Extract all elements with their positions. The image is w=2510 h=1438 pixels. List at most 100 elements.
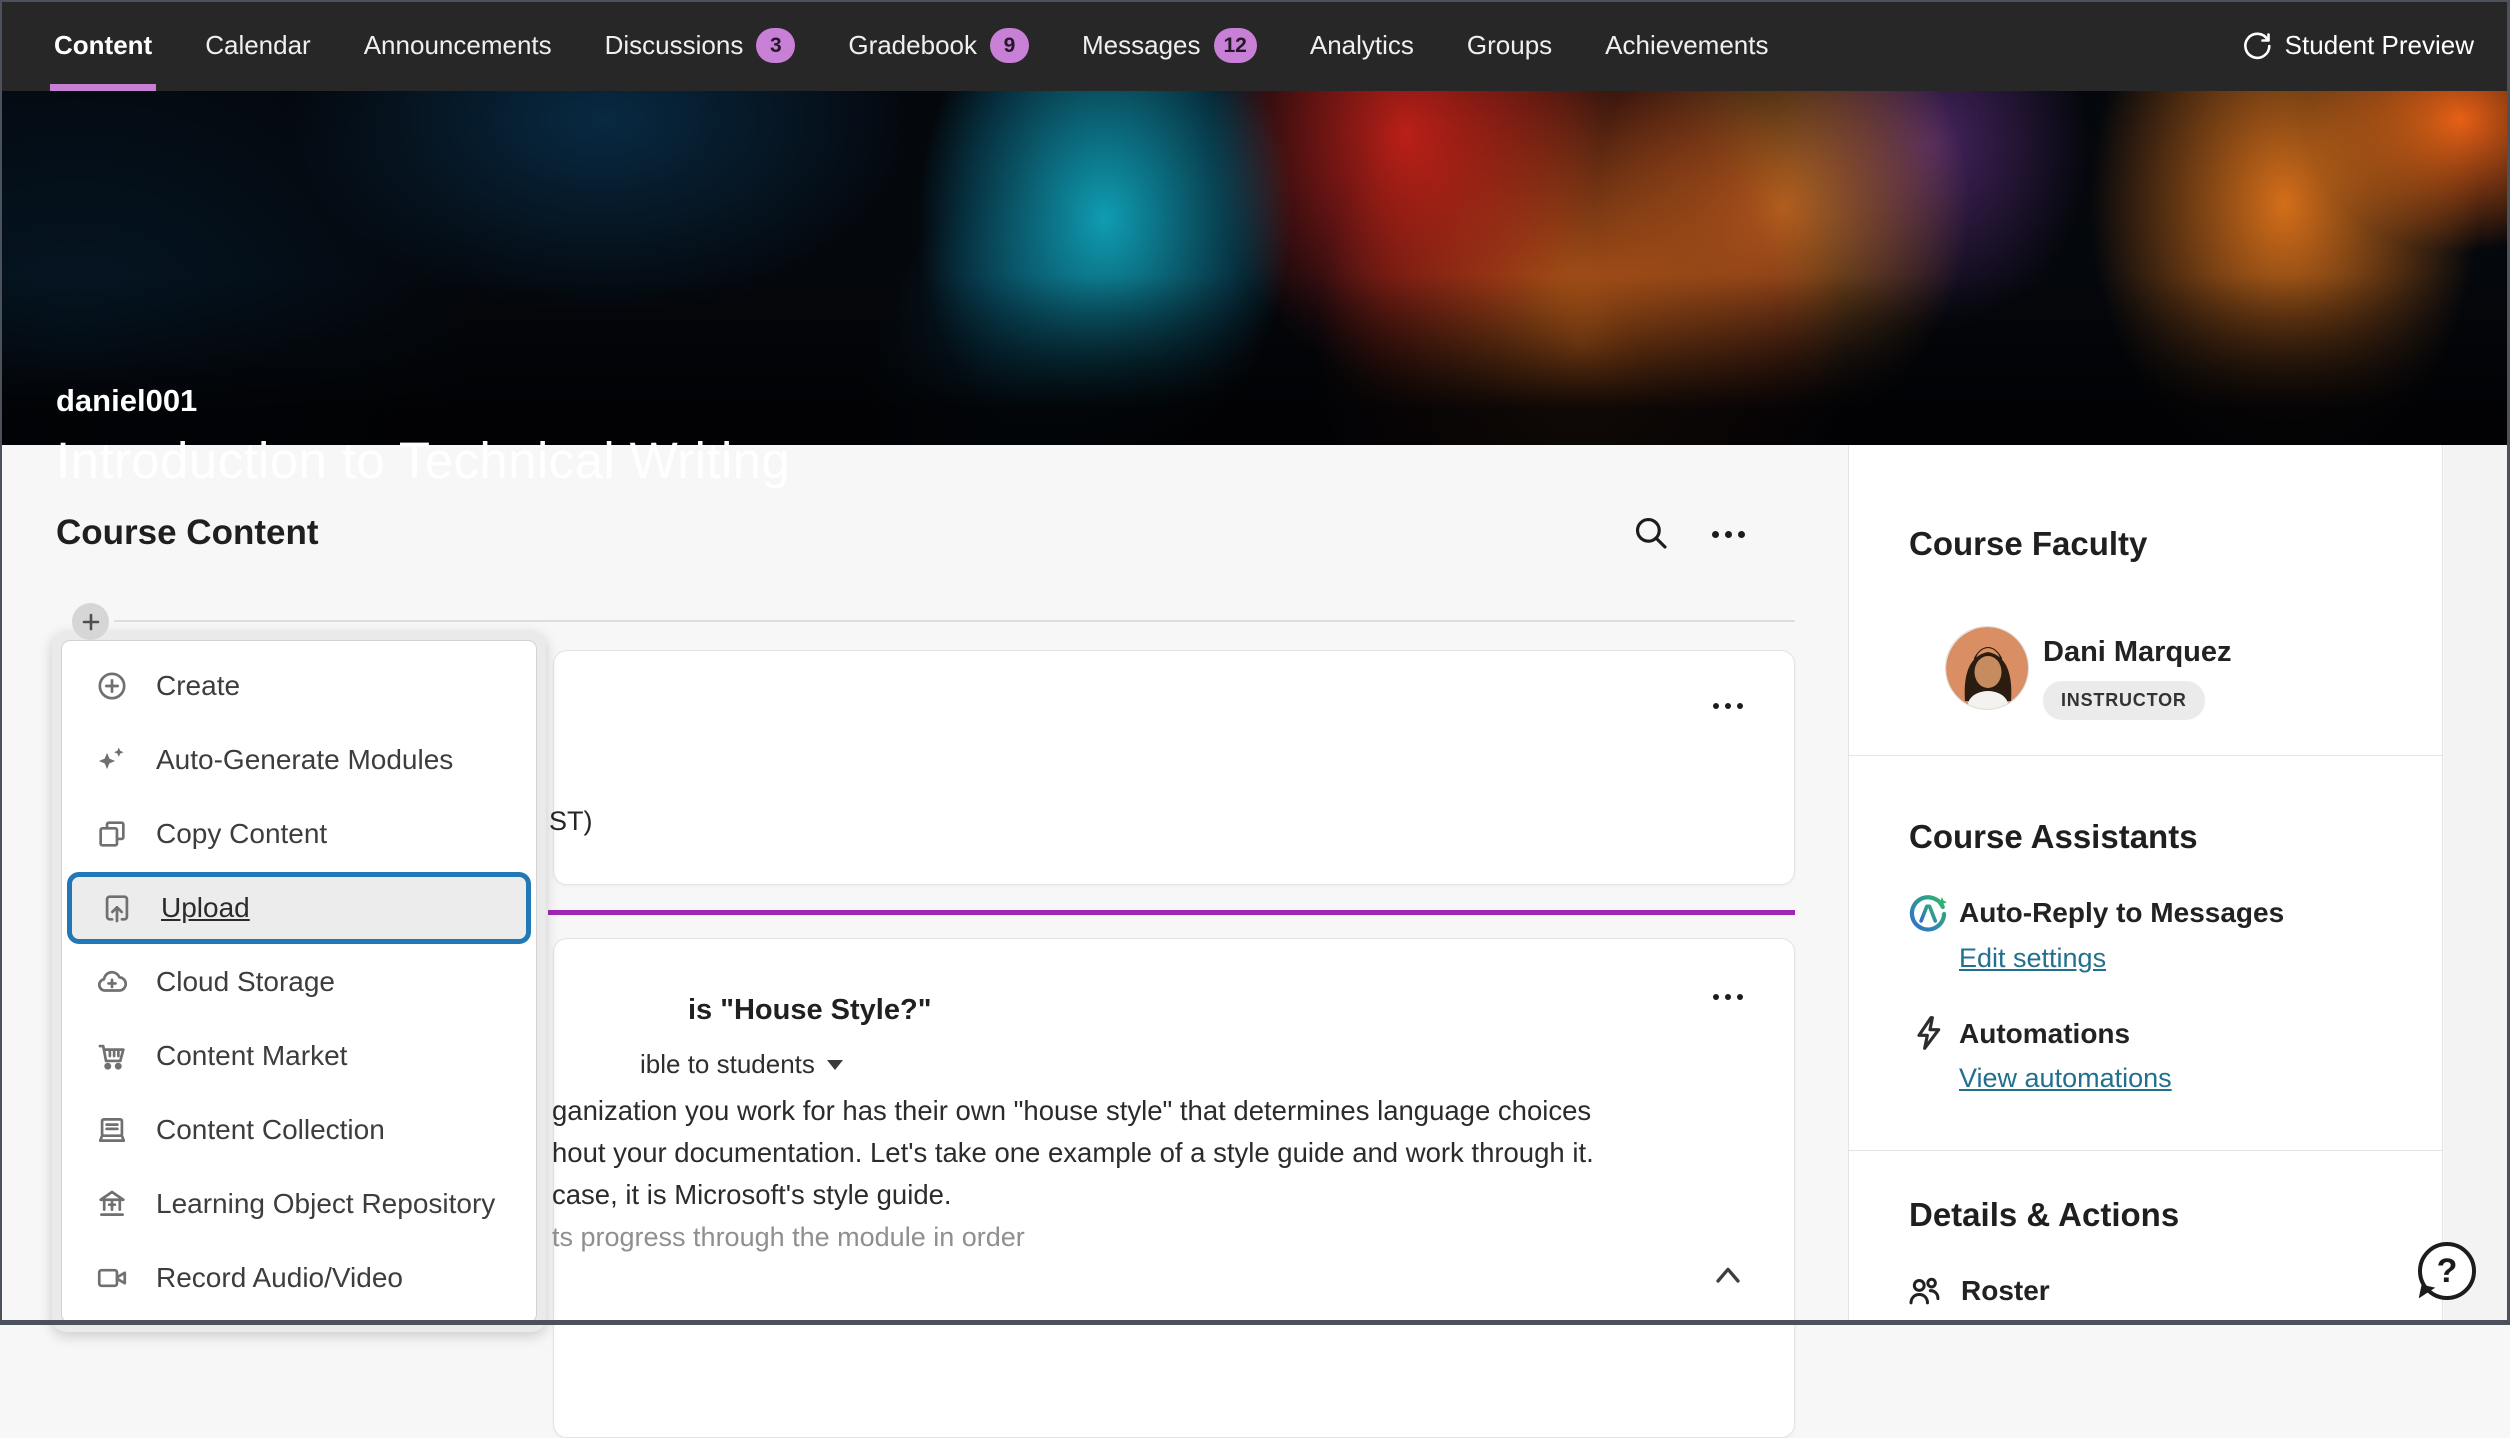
tab-label: Content — [54, 30, 152, 61]
student-preview-button[interactable]: Student Preview — [2241, 0, 2474, 91]
menu-item-learning-object-repository[interactable]: Learning Object Repository — [62, 1167, 536, 1241]
ellipsis-icon — [1713, 994, 1743, 1000]
roster-people-icon — [1905, 1272, 1943, 1310]
menu-item-copy-content[interactable]: Copy Content — [62, 797, 536, 871]
menu-item-label: Cloud Storage — [156, 966, 335, 998]
description-line: ganization you work for has their own "h… — [552, 1090, 1594, 1132]
help-button[interactable]: ? — [2418, 1242, 2476, 1300]
sidebar-divider — [1849, 755, 2442, 756]
menu-item-content-market[interactable]: Content Market — [62, 1019, 536, 1093]
cloud-storage-icon — [95, 965, 129, 999]
upload-icon — [100, 891, 134, 925]
menu-item-label: Upload — [161, 892, 250, 924]
gradebook-count-badge: 9 — [990, 28, 1029, 63]
card1-options-button[interactable] — [1698, 684, 1758, 728]
chevron-down-icon — [827, 1060, 843, 1070]
card2-description: ganization you work for has their own "h… — [552, 1090, 1594, 1216]
view-automations-link[interactable]: View automations — [1959, 1063, 2172, 1094]
tab-label: Groups — [1467, 30, 1552, 61]
tab-label: Discussions — [605, 30, 744, 61]
student-preview-refresh-icon — [2241, 30, 2273, 62]
tab-achievements[interactable]: Achievements — [1605, 0, 1768, 91]
menu-item-create[interactable]: Create — [62, 649, 536, 723]
plus-icon — [81, 612, 101, 632]
tab-content[interactable]: Content — [54, 0, 152, 91]
tab-gradebook[interactable]: Gradebook 9 — [848, 0, 1029, 91]
menu-item-label: Copy Content — [156, 818, 327, 850]
course-faculty-heading: Course Faculty — [1909, 525, 2147, 563]
roster-label: Roster — [1961, 1275, 2050, 1307]
tab-groups[interactable]: Groups — [1467, 0, 1552, 91]
menu-item-auto-generate-modules[interactable]: Auto-Generate Modules — [62, 723, 536, 797]
description-line: case, it is Microsoft's style guide. — [552, 1174, 1594, 1216]
menu-item-label: Create — [156, 670, 240, 702]
card2-title: is "House Style?" — [688, 994, 931, 1027]
add-content-button[interactable] — [72, 603, 109, 640]
instructor-avatar-image — [1946, 627, 2029, 710]
avatar[interactable] — [1945, 626, 2029, 710]
course-assistants-heading: Course Assistants — [1909, 818, 2198, 856]
description-line: hout your documentation. Let's take one … — [552, 1132, 1594, 1174]
student-preview-label: Student Preview — [2285, 30, 2474, 61]
add-content-divider — [114, 620, 1795, 622]
tab-messages[interactable]: Messages 12 — [1082, 0, 1257, 91]
menu-item-content-collection[interactable]: Content Collection — [62, 1093, 536, 1167]
copy-content-icon — [95, 817, 129, 851]
roster-link[interactable]: Roster — [1905, 1272, 2050, 1310]
tab-discussions[interactable]: Discussions 3 — [605, 0, 796, 91]
card2-sequence-note: ts progress through the module in order — [552, 1222, 1025, 1253]
create-icon — [95, 669, 129, 703]
visibility-label: ible to students — [640, 1049, 815, 1080]
menu-item-upload[interactable]: Upload — [72, 877, 526, 939]
course-title: Introduction to Technical Writing — [56, 431, 790, 490]
menu-item-cloud-storage[interactable]: Cloud Storage — [62, 945, 536, 1019]
instructor-role-badge: INSTRUCTOR — [2043, 681, 2205, 720]
auto-generate-icon — [95, 743, 129, 777]
course-code: daniel001 — [56, 383, 197, 419]
help-bubble-tail — [2419, 1285, 2436, 1302]
menu-item-label: Record Audio/Video — [156, 1262, 403, 1294]
tab-label: Achievements — [1605, 30, 1768, 61]
tab-label: Gradebook — [848, 30, 977, 61]
menu-item-label: Auto-Generate Modules — [156, 744, 453, 776]
content-card-1[interactable] — [553, 650, 1795, 885]
menu-item-label: Learning Object Repository — [156, 1188, 495, 1220]
course-content-options-button[interactable] — [1698, 512, 1758, 556]
nav-spacer — [1768, 0, 2240, 91]
tab-analytics[interactable]: Analytics — [1310, 0, 1414, 91]
messages-count-badge: 12 — [1214, 28, 1257, 63]
menu-item-label: Content Collection — [156, 1114, 385, 1146]
tab-announcements[interactable]: Announcements — [364, 0, 552, 91]
automations-icon — [1909, 1013, 1949, 1053]
menu-item-label: Content Market — [156, 1040, 347, 1072]
help-question-glyph: ? — [2437, 1252, 2458, 1291]
course-top-nav: Content Calendar Announcements Discussio… — [0, 0, 2510, 91]
instructor-name[interactable]: Dani Marquez — [2043, 636, 2232, 669]
details-actions-heading: Details & Actions — [1909, 1196, 2179, 1234]
search-button[interactable] — [1628, 510, 1674, 556]
active-tab-underline — [50, 84, 156, 91]
search-icon — [1630, 512, 1672, 554]
content-collection-icon — [95, 1113, 129, 1147]
tab-label: Analytics — [1310, 30, 1414, 61]
ai-auto-reply-icon — [1905, 891, 1951, 937]
ellipsis-icon — [1712, 531, 1745, 538]
tab-calendar[interactable]: Calendar — [205, 0, 311, 91]
visibility-dropdown[interactable]: ible to students — [640, 1049, 843, 1080]
collapse-module-button[interactable] — [1698, 1252, 1758, 1300]
nav-tabs: Content Calendar Announcements Discussio… — [54, 0, 1768, 91]
add-content-menu-halo: Create Auto-Generate Modules Copy Conten… — [52, 631, 546, 1332]
learning-object-repository-icon — [95, 1187, 129, 1221]
auto-reply-title: Auto-Reply to Messages — [1959, 897, 2284, 929]
sidebar-divider — [1849, 1150, 2442, 1151]
card2-options-button[interactable] — [1698, 975, 1758, 1019]
automations-title: Automations — [1959, 1018, 2130, 1050]
menu-item-upload-selected: Upload — [67, 872, 531, 944]
tab-label: Calendar — [205, 30, 311, 61]
menu-item-record-audio-video[interactable]: Record Audio/Video — [62, 1241, 536, 1315]
edit-settings-link[interactable]: Edit settings — [1959, 943, 2106, 974]
discussions-count-badge: 3 — [756, 28, 795, 63]
chevron-up-icon — [1708, 1256, 1748, 1296]
add-content-menu: Create Auto-Generate Modules Copy Conten… — [61, 640, 537, 1323]
sidebar-right-gutter — [2444, 445, 2510, 1325]
